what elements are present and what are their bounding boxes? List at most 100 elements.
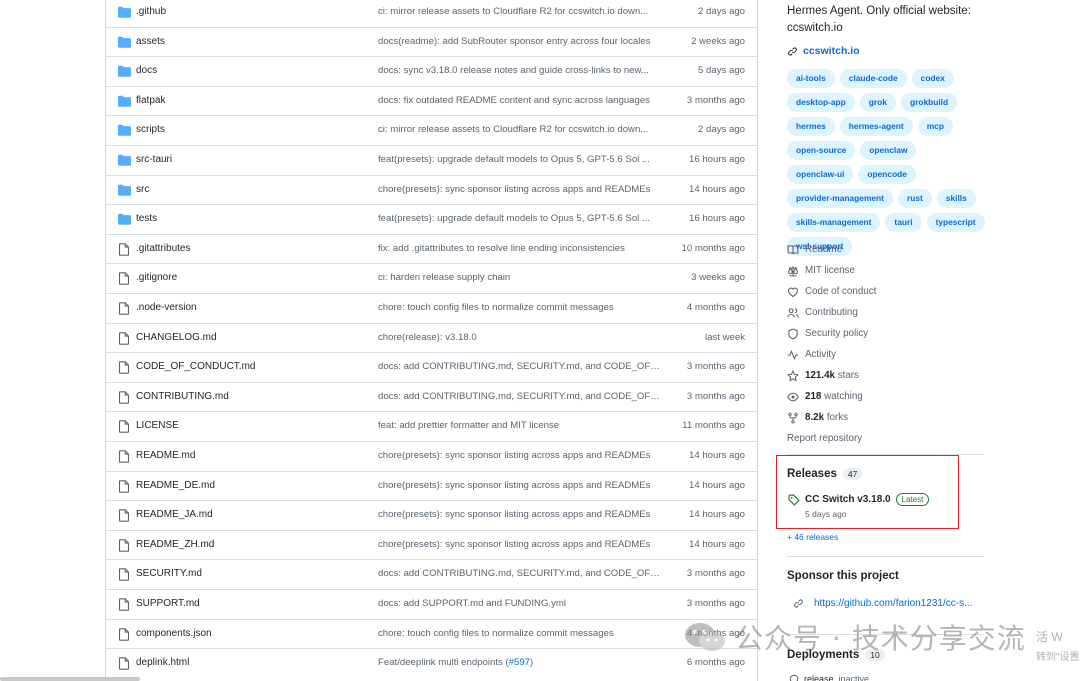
commit-message[interactable]: chore(release): v3.18.0 (378, 332, 663, 343)
watching-link[interactable]: 218 watching (787, 386, 987, 407)
commit-message[interactable]: chore(presets): sync sponsor listing acr… (378, 480, 663, 491)
deployment-name[interactable]: release (804, 674, 834, 681)
topic-tag[interactable]: mcp (917, 117, 953, 136)
license-label[interactable]: MIT license (805, 265, 855, 276)
file-name[interactable]: SUPPORT.md (136, 598, 200, 609)
file-name[interactable]: README_JA.md (136, 509, 213, 520)
file-row[interactable]: .node-version chore: touch config files t… (106, 293, 757, 323)
horizontal-scrollbar[interactable] (0, 677, 140, 681)
commit-message[interactable]: ci: harden release supply chain (378, 272, 663, 283)
file-row[interactable]: SUPPORT.md docs: add SUPPORT.md and FUNDI… (106, 589, 757, 619)
file-name[interactable]: .gitignore (136, 272, 177, 283)
latest-release-link[interactable]: CC Switch v3.18.0 Latest (788, 493, 930, 506)
file-name[interactable]: README_ZH.md (136, 539, 214, 550)
file-row[interactable]: components.json chore: touch config files… (106, 618, 757, 649)
commit-message[interactable]: feat(presets): upgrade default models to… (378, 154, 663, 165)
file-name[interactable]: README.md (136, 450, 195, 461)
release-name[interactable]: CC Switch v3.18.0 (805, 494, 891, 505)
website-link[interactable]: ccswitch.io (787, 45, 860, 57)
topic-tag[interactable]: rust (897, 189, 932, 208)
file-row[interactable]: src-tauri feat(presets): upgrade default … (106, 145, 757, 175)
file-name[interactable]: deplink.html (136, 657, 189, 668)
website-label[interactable]: ccswitch.io (803, 45, 860, 57)
contributing-label[interactable]: Contributing (805, 307, 858, 318)
file-row[interactable]: docs docs: sync v3.18.0 release notes and… (106, 56, 757, 86)
readme-label[interactable]: Readme (805, 244, 842, 255)
deployments-heading[interactable]: Deployments 10 (787, 649, 885, 661)
file-name[interactable]: .github (136, 6, 166, 17)
commit-message[interactable]: docs: sync v3.18.0 release notes and gui… (378, 65, 663, 76)
file-row[interactable]: deplink.html Feat/deeplink multi endpoint… (106, 648, 757, 678)
topic-tag[interactable]: hermes-agent (839, 117, 913, 136)
file-row[interactable]: .gitignore ci: harden release supply chai… (106, 263, 757, 293)
topic-tag[interactable]: hermes (787, 117, 835, 136)
topic-tag[interactable]: tauri (885, 213, 922, 232)
file-row[interactable]: CHANGELOG.md chore(release): v3.18.0 last … (106, 322, 757, 353)
file-name[interactable]: scripts (136, 124, 165, 135)
stars-link[interactable]: 121.4k stars (787, 365, 987, 386)
file-name[interactable]: LICENSE (136, 420, 179, 431)
file-row[interactable]: .github ci: mirror release assets to Clou… (106, 0, 757, 27)
commit-message[interactable]: fix: add .gitattributes to resolve line … (378, 243, 663, 254)
topic-tag[interactable]: openclaw (860, 141, 917, 160)
file-name[interactable]: CODE_OF_CONDUCT.md (136, 361, 255, 372)
activity-label[interactable]: Activity (805, 349, 836, 360)
commit-message[interactable]: chore(presets): sync sponsor listing acr… (378, 539, 663, 550)
file-name[interactable]: .node-version (136, 302, 197, 313)
file-row[interactable]: SECURITY.md docs: add CONTRIBUTING.md, SE… (106, 559, 757, 589)
commit-message[interactable]: docs: add CONTRIBUTING.md, SECURITY.md, … (378, 361, 663, 372)
file-name[interactable]: SECURITY.md (136, 568, 202, 579)
commit-message[interactable]: chore: touch config files to normalize c… (378, 302, 663, 313)
conduct-link[interactable]: Code of conduct (787, 281, 987, 302)
conduct-label[interactable]: Code of conduct (805, 286, 876, 297)
topic-tag[interactable]: grokbuild (900, 93, 958, 112)
license-link[interactable]: MIT license (787, 260, 987, 281)
commit-message[interactable]: chore: touch config files to normalize c… (378, 628, 663, 639)
readme-link[interactable]: Readme (787, 239, 987, 260)
sponsor-link[interactable]: https://github.com/farion1231/cc-s... (793, 598, 972, 609)
commit-message[interactable]: docs: add CONTRIBUTING.md, SECURITY.md, … (378, 568, 663, 579)
file-row[interactable]: README_JA.md chore(presets): sync sponsor… (106, 500, 757, 530)
commit-message[interactable]: docs: add SUPPORT.md and FUNDING.yml (378, 598, 663, 609)
file-name[interactable]: CONTRIBUTING.md (136, 391, 229, 402)
topic-tag[interactable]: open-source (787, 141, 856, 160)
report-repository-link[interactable]: Report repository (787, 428, 987, 449)
report-label[interactable]: Report repository (787, 433, 862, 444)
commit-message[interactable]: ci: mirror release assets to Cloudflare … (378, 6, 663, 17)
commit-message[interactable]: docs: add CONTRIBUTING.md, SECURITY.md, … (378, 391, 663, 402)
topic-tag[interactable]: claude-code (839, 69, 907, 88)
topic-tag[interactable]: opencode (858, 165, 916, 184)
topic-tag[interactable]: skills (936, 189, 976, 208)
deployment-item[interactable]: release inactive (789, 674, 869, 681)
topic-tag[interactable]: openclaw-ui (787, 165, 854, 184)
releases-heading[interactable]: Releases 47 (787, 468, 863, 480)
file-name[interactable]: src-tauri (136, 154, 172, 165)
file-row[interactable]: README.md chore(presets): sync sponsor li… (106, 441, 757, 471)
commit-message[interactable]: feat(presets): upgrade default models to… (378, 213, 663, 224)
topic-tag[interactable]: typescript (926, 213, 985, 232)
more-releases-link[interactable]: + 46 releases (787, 532, 838, 542)
topic-tag[interactable]: desktop-app (787, 93, 855, 112)
file-row[interactable]: README_DE.md chore(presets): sync sponsor… (106, 470, 757, 501)
security-label[interactable]: Security policy (805, 328, 868, 339)
commit-message[interactable]: chore(presets): sync sponsor listing acr… (378, 509, 663, 520)
contributing-link[interactable]: Contributing (787, 302, 987, 323)
commit-message[interactable]: ci: mirror release assets to Cloudflare … (378, 124, 663, 135)
file-name[interactable]: components.json (136, 628, 212, 639)
file-row[interactable]: CONTRIBUTING.md docs: add CONTRIBUTING.md… (106, 381, 757, 412)
sponsor-url[interactable]: https://github.com/farion1231/cc-s... (814, 598, 972, 609)
topic-tag[interactable]: grok (859, 93, 896, 112)
file-row[interactable]: .gitattributes fix: add .gitattributes to… (106, 233, 757, 264)
file-row[interactable]: README_ZH.md chore(presets): sync sponsor… (106, 529, 757, 560)
commit-message[interactable]: docs: fix outdated README content and sy… (378, 95, 663, 106)
file-name[interactable]: docs (136, 65, 157, 76)
topic-tag[interactable]: provider-management (787, 189, 893, 208)
topic-tag[interactable]: skills-management (787, 213, 881, 232)
file-name[interactable]: README_DE.md (136, 480, 215, 491)
topic-tag[interactable]: codex (911, 69, 954, 88)
pull-request-link[interactable]: #597 (509, 657, 530, 668)
file-row[interactable]: LICENSE feat: add prettier formatter and … (106, 411, 757, 441)
deployments-title[interactable]: Deployments (787, 649, 859, 661)
file-row[interactable]: tests feat(presets): upgrade default mode… (106, 204, 757, 234)
file-row[interactable]: scripts ci: mirror release assets to Clou… (106, 115, 757, 145)
